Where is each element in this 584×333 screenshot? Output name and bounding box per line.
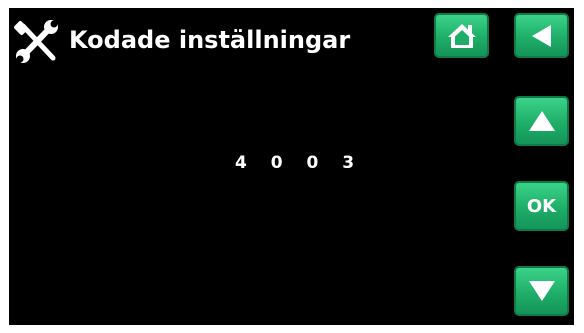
down-arrow-icon: [527, 279, 557, 303]
ok-button[interactable]: OK: [514, 181, 569, 231]
up-arrow-icon: [527, 109, 557, 133]
back-arrow-icon: [529, 23, 555, 49]
ok-button-label: OK: [526, 195, 557, 217]
wrench-screwdriver-icon: [13, 20, 61, 64]
code-value[interactable]: 4 0 0 3: [235, 153, 363, 173]
display-screen: Kodade inställningar 4 0 0 3 OK: [9, 8, 574, 325]
page-title: Kodade inställningar: [69, 26, 351, 54]
up-button[interactable]: [514, 96, 569, 146]
down-button[interactable]: [514, 266, 569, 316]
home-icon: [447, 22, 477, 50]
back-button[interactable]: [514, 13, 569, 58]
home-button[interactable]: [434, 13, 489, 58]
